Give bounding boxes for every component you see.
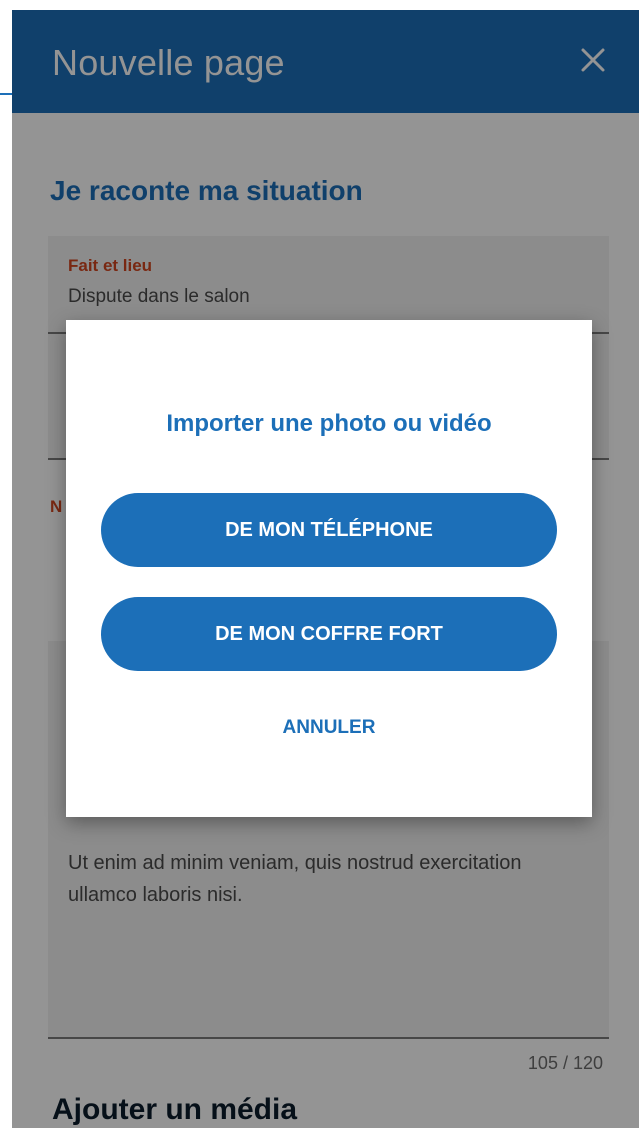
import-dialog: Importer une photo ou vidéo DE MON TÉLÉP… bbox=[66, 320, 592, 817]
cancel-button[interactable]: ANNULER bbox=[66, 717, 592, 739]
phone-screen: Nouvelle page Je raconte ma situation Fa… bbox=[12, 10, 639, 1128]
divider bbox=[0, 93, 12, 95]
from-vault-button[interactable]: DE MON COFFRE FORT bbox=[101, 597, 557, 671]
from-phone-button[interactable]: DE MON TÉLÉPHONE bbox=[101, 493, 557, 567]
dialog-title: Importer une photo ou vidéo bbox=[166, 410, 492, 437]
left-edge-strip bbox=[0, 0, 12, 1128]
